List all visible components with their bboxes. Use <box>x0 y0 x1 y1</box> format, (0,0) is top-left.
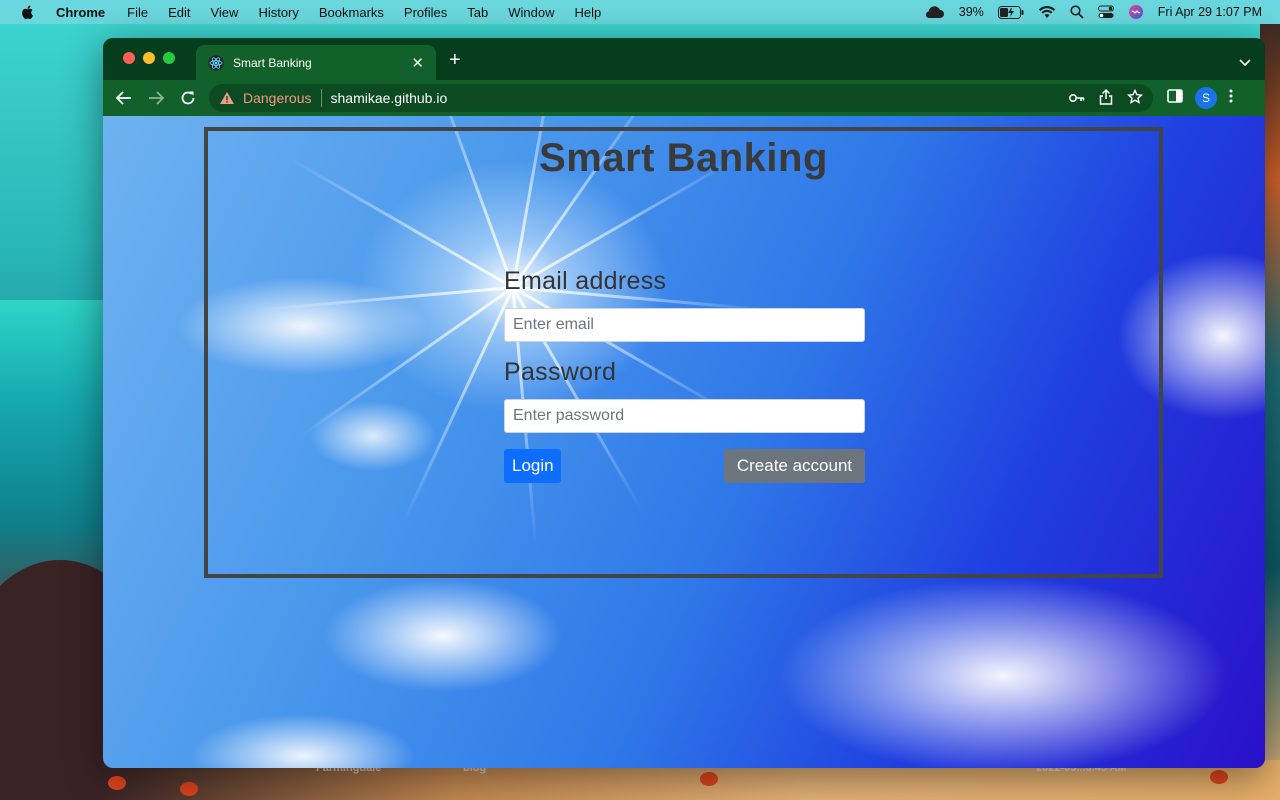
warning-triangle-icon[interactable] <box>219 91 235 105</box>
wifi-icon[interactable] <box>1038 5 1056 19</box>
login-form: Email address Password Login Create acco… <box>504 267 865 483</box>
minimize-window-button[interactable] <box>143 52 155 64</box>
new-tab-icon[interactable]: + <box>449 50 461 70</box>
tab-title: Smart Banking <box>233 55 312 70</box>
url-text[interactable]: shamikae.github.io <box>331 90 448 106</box>
menu-window[interactable]: Window <box>508 5 554 20</box>
clock[interactable]: Fri Apr 29 1:07 PM <box>1158 5 1262 19</box>
apple-icon[interactable] <box>20 4 36 20</box>
desktop-flower <box>180 782 198 796</box>
forward-arrow-icon[interactable] <box>143 85 169 111</box>
profile-avatar[interactable]: S <box>1195 87 1217 109</box>
control-center-icon[interactable] <box>1097 5 1114 19</box>
tab-search-chevron-icon[interactable] <box>1239 54 1251 72</box>
email-label: Email address <box>504 267 667 295</box>
tab-strip: Smart Banking ✕ + <box>103 38 1265 80</box>
security-status-label[interactable]: Dangerous <box>243 90 312 106</box>
window-controls <box>123 52 175 64</box>
address-bar[interactable]: Dangerous shamikae.github.io <box>209 84 1153 112</box>
form-buttons: Login Create account <box>504 449 865 483</box>
browser-window: Smart Banking ✕ + Dangerous shamikae.git… <box>103 38 1265 768</box>
react-favicon-icon <box>208 55 224 70</box>
toolbar-actions: S <box>1167 87 1233 109</box>
menu-view[interactable]: View <box>210 5 238 20</box>
menu-profiles[interactable]: Profiles <box>404 5 447 20</box>
email-input[interactable] <box>504 308 865 342</box>
search-icon[interactable] <box>1070 5 1084 19</box>
menu-help[interactable]: Help <box>575 5 602 20</box>
menubar-status-area: 39% Fri Apr 29 1:07 PM <box>923 4 1280 20</box>
desktop-flower <box>700 772 718 786</box>
page-viewport: Smart Banking Email address Password Log… <box>103 116 1265 768</box>
key-icon[interactable] <box>1068 90 1085 106</box>
page-title: Smart Banking <box>539 136 828 180</box>
password-label: Password <box>504 358 617 386</box>
menu-tab[interactable]: Tab <box>467 5 488 20</box>
battery-percent: 39% <box>958 5 984 19</box>
menu-app-name[interactable]: Chrome <box>56 5 105 20</box>
back-arrow-icon[interactable] <box>111 85 137 111</box>
menu-bookmarks[interactable]: Bookmarks <box>319 5 384 20</box>
omnibox-actions <box>1068 88 1144 108</box>
menu-edit[interactable]: Edit <box>168 5 190 20</box>
zoom-window-button[interactable] <box>163 52 175 64</box>
reload-icon[interactable] <box>175 85 201 111</box>
close-window-button[interactable] <box>123 52 135 64</box>
omnibox-divider <box>320 89 322 107</box>
share-icon[interactable] <box>1099 88 1113 108</box>
menu-file[interactable]: File <box>127 5 148 20</box>
menu-history[interactable]: History <box>258 5 298 20</box>
bookmark-star-icon[interactable] <box>1126 88 1144 108</box>
desktop-flower <box>108 776 126 790</box>
desktop-flower <box>1210 770 1228 784</box>
browser-toolbar: Dangerous shamikae.github.io S <box>103 80 1265 116</box>
create-account-button[interactable]: Create account <box>724 449 865 483</box>
macos-menubar: Chrome File Edit View History Bookmarks … <box>0 0 1280 24</box>
close-tab-icon[interactable]: ✕ <box>411 54 424 72</box>
tab-smart-banking[interactable]: Smart Banking ✕ <box>196 45 436 80</box>
side-panel-icon[interactable] <box>1167 88 1183 108</box>
battery-icon[interactable] <box>997 5 1024 19</box>
login-container: Smart Banking Email address Password Log… <box>204 127 1163 578</box>
more-menu-icon[interactable] <box>1229 89 1233 108</box>
cloud-icon[interactable] <box>923 5 945 19</box>
password-input[interactable] <box>504 399 865 433</box>
siri-icon[interactable] <box>1128 4 1144 20</box>
login-button[interactable]: Login <box>504 449 561 483</box>
